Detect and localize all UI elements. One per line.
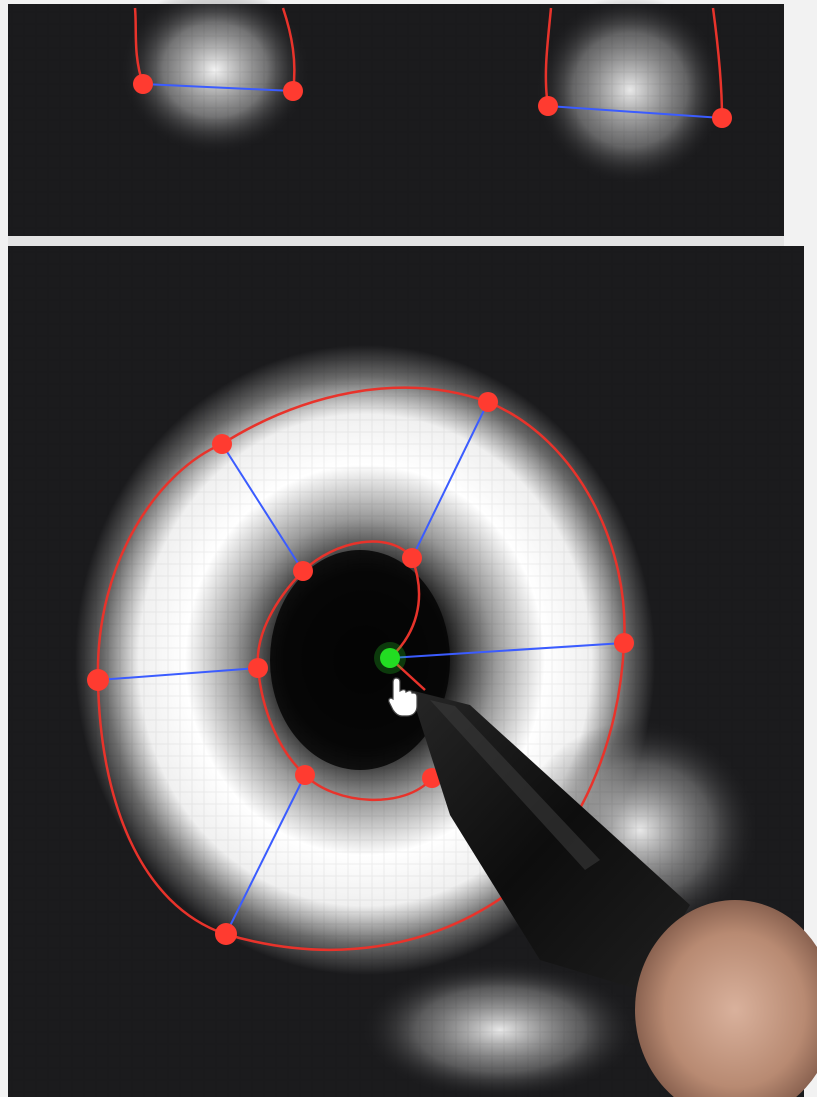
outer-control-point-3[interactable] — [87, 669, 109, 691]
inner-control-point-4[interactable] — [295, 765, 315, 785]
outer-control-point-6[interactable] — [215, 923, 237, 945]
image-editor-stage — [0, 0, 817, 1097]
top-viewport — [8, 0, 784, 248]
outer-control-point-4[interactable] — [614, 633, 634, 653]
inner-control-point-1[interactable] — [402, 548, 422, 568]
inner-control-point-2[interactable] — [293, 561, 313, 581]
inner-control-point-3[interactable] — [248, 658, 268, 678]
center-point[interactable] — [380, 648, 400, 668]
top-left-control-point-1[interactable] — [133, 74, 153, 94]
main-viewport — [8, 246, 817, 1097]
outer-control-point-1[interactable] — [478, 392, 498, 412]
top-right-control-point-1[interactable] — [538, 96, 558, 116]
outer-control-point-2[interactable] — [212, 434, 232, 454]
top-right-control-point-2[interactable] — [712, 108, 732, 128]
panel-divider — [8, 236, 784, 246]
segmentation-canvas — [0, 0, 817, 1097]
top-left-control-point-2[interactable] — [283, 81, 303, 101]
